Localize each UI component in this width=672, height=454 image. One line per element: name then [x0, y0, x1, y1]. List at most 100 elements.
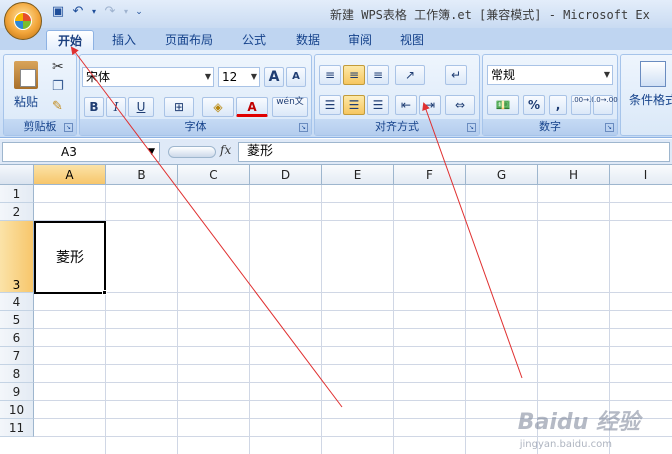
- font-group-label: 字体: [80, 119, 311, 135]
- phonetic-button[interactable]: wén文: [272, 97, 308, 117]
- fill-handle[interactable]: [102, 290, 107, 295]
- paste-button[interactable]: 粘贴: [8, 59, 44, 115]
- font-launcher-icon[interactable]: ↘: [299, 123, 308, 132]
- merge-center-button[interactable]: ⇔: [445, 95, 475, 115]
- ribbon: 粘贴 ✂ ❐ ✎ 剪贴板 ↘ 宋体 ▼ 12 ▼ A A B I U ⊞ ◈ A w…: [0, 50, 672, 138]
- align-right-button[interactable]: ☰: [367, 95, 389, 115]
- quick-access-toolbar: ▣ ↶ ▾ ↷ ▾ ⌄: [50, 4, 144, 20]
- customize-qat-icon[interactable]: ⌄: [134, 4, 144, 20]
- currency-icon: 💵: [495, 98, 511, 112]
- number-launcher-icon[interactable]: ↘: [605, 123, 614, 132]
- copy-icon[interactable]: ❐: [52, 79, 64, 94]
- row-header-1[interactable]: 1: [0, 185, 34, 203]
- conditional-format-label: 条件格式: [628, 93, 672, 107]
- row-header-8[interactable]: 8: [0, 365, 34, 383]
- office-logo-icon: [14, 12, 32, 30]
- conditional-format-button[interactable]: 条件格式: [625, 59, 672, 115]
- grow-font-button[interactable]: A: [264, 67, 284, 87]
- row-header-5[interactable]: 5: [0, 311, 34, 329]
- format-painter-icon[interactable]: ✎: [52, 99, 63, 114]
- row-header-2[interactable]: 2: [0, 203, 34, 221]
- column-header-c[interactable]: C: [178, 165, 250, 185]
- gridline-horizontal: [34, 346, 672, 347]
- column-header-d[interactable]: D: [250, 165, 322, 185]
- bold-button[interactable]: B: [84, 97, 104, 117]
- chevron-down-icon[interactable]: ▼: [148, 143, 155, 161]
- row-header-6[interactable]: 6: [0, 329, 34, 347]
- number-format-combo[interactable]: 常规 ▼: [487, 65, 613, 85]
- font-name-combo[interactable]: 宋体 ▼: [82, 67, 214, 87]
- percent-button[interactable]: %: [523, 95, 545, 115]
- font-group: 宋体 ▼ 12 ▼ A A B I U ⊞ ◈ A wén文 字体 ↘: [79, 54, 312, 136]
- redo-dropdown-icon[interactable]: ▾: [122, 4, 130, 20]
- accounting-format-button[interactable]: 💵: [487, 95, 519, 115]
- row-header-3[interactable]: 3: [0, 221, 34, 293]
- insert-function-icon[interactable]: fx: [220, 143, 231, 157]
- column-header-b[interactable]: B: [106, 165, 178, 185]
- align-bottom-button[interactable]: ≡: [367, 65, 389, 85]
- row-header-4[interactable]: 4: [0, 293, 34, 311]
- increase-indent-button[interactable]: ⇥: [419, 95, 441, 115]
- window-title: 新建 WPS表格 工作簿.et [兼容模式] - Microsoft Ex: [330, 8, 650, 22]
- shrink-font-button[interactable]: A: [286, 67, 306, 87]
- cut-icon[interactable]: ✂: [52, 59, 64, 75]
- undo-dropdown-icon[interactable]: ▾: [90, 4, 98, 20]
- active-cell[interactable]: 菱形: [34, 221, 106, 294]
- formula-input[interactable]: 菱形: [238, 142, 670, 162]
- styles-group: 条件格式: [620, 54, 672, 136]
- italic-button[interactable]: I: [106, 97, 126, 117]
- select-all-button[interactable]: [0, 165, 34, 185]
- align-left-button[interactable]: ☰: [319, 95, 341, 115]
- tab-data[interactable]: 数据: [284, 30, 332, 50]
- paste-icon: [14, 61, 38, 89]
- underline-button[interactable]: U: [128, 97, 154, 117]
- chevron-down-icon[interactable]: ▼: [251, 68, 257, 86]
- decrease-indent-icon: ⇤: [400, 98, 412, 112]
- alignment-launcher-icon[interactable]: ↘: [467, 123, 476, 132]
- font-size-combo[interactable]: 12 ▼: [218, 67, 260, 87]
- chevron-down-icon[interactable]: ▼: [205, 68, 211, 86]
- formula-bar-splitter[interactable]: [168, 146, 216, 158]
- row-header-7[interactable]: 7: [0, 347, 34, 365]
- undo-icon[interactable]: ↶: [70, 4, 86, 20]
- conditional-format-icon: [640, 61, 666, 87]
- row-header-11[interactable]: 11: [0, 419, 34, 437]
- font-color-button[interactable]: A: [236, 97, 268, 117]
- decrease-indent-button[interactable]: ⇤: [395, 95, 417, 115]
- gridline-vertical: [393, 185, 394, 454]
- row-header-10[interactable]: 10: [0, 401, 34, 419]
- orientation-button[interactable]: ↗: [395, 65, 425, 85]
- column-header-i[interactable]: I: [610, 165, 672, 185]
- column-header-e[interactable]: E: [322, 165, 394, 185]
- column-header-h[interactable]: H: [538, 165, 610, 185]
- gridline-horizontal: [34, 310, 672, 311]
- fill-color-button[interactable]: ◈: [202, 97, 234, 117]
- align-top-button[interactable]: ≡: [319, 65, 341, 85]
- column-header-f[interactable]: F: [394, 165, 466, 185]
- tab-insert[interactable]: 插入: [100, 30, 148, 50]
- gridline-horizontal: [34, 292, 672, 293]
- wrap-text-button[interactable]: ↵: [445, 65, 467, 85]
- column-header-g[interactable]: G: [466, 165, 538, 185]
- baidu-watermark-url: jingyan.baidu.com: [519, 439, 612, 450]
- tab-view[interactable]: 视图: [388, 30, 436, 50]
- tab-formulas[interactable]: 公式: [230, 30, 278, 50]
- tab-home[interactable]: 开始: [46, 30, 94, 50]
- save-icon[interactable]: ▣: [50, 4, 66, 20]
- name-box[interactable]: A3 ▼: [2, 142, 160, 162]
- align-middle-button[interactable]: ≡: [343, 65, 365, 85]
- decrease-decimal-button[interactable]: .0→.00: [593, 95, 618, 115]
- tab-review[interactable]: 审阅: [336, 30, 384, 50]
- redo-icon[interactable]: ↷: [102, 4, 118, 20]
- tab-page-layout[interactable]: 页面布局: [156, 30, 222, 50]
- increase-decimal-button[interactable]: .00→.0: [571, 95, 596, 115]
- column-header-a[interactable]: A: [34, 165, 106, 185]
- chevron-down-icon[interactable]: ▼: [604, 66, 610, 84]
- comma-button[interactable]: ,: [549, 95, 567, 115]
- clipboard-launcher-icon[interactable]: ↘: [64, 123, 73, 132]
- align-center-button[interactable]: ☰: [343, 95, 365, 115]
- borders-button[interactable]: ⊞: [164, 97, 194, 117]
- row-header-9[interactable]: 9: [0, 383, 34, 401]
- office-button[interactable]: [4, 2, 42, 40]
- gridline-horizontal: [34, 328, 672, 329]
